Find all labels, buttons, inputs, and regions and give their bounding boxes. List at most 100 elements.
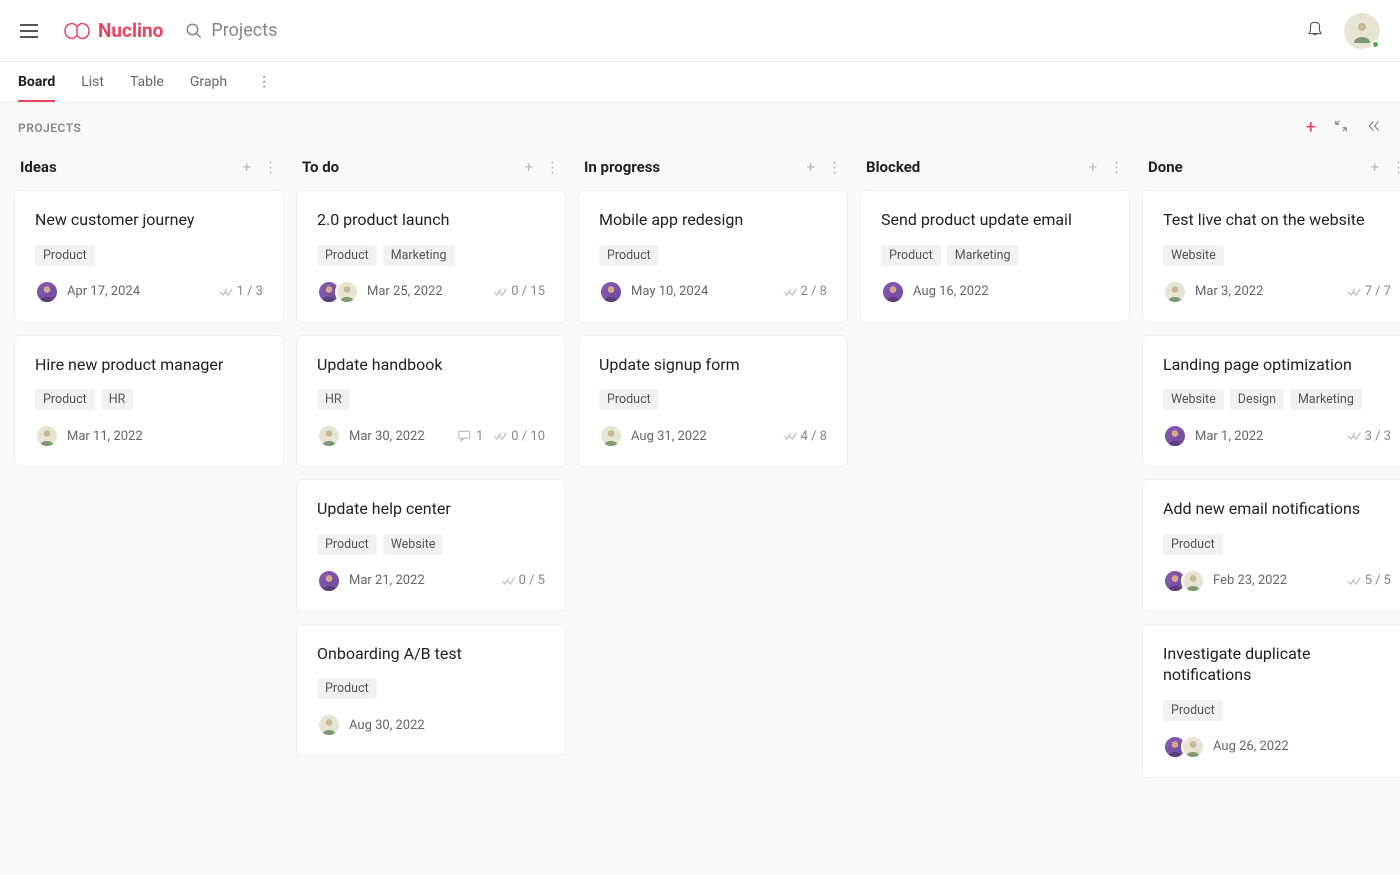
card-date: May 10, 2024 (631, 284, 708, 299)
avatar-icon (1350, 19, 1374, 43)
card[interactable]: Test live chat on the websiteWebsiteMar … (1142, 190, 1400, 323)
assignee-avatar[interactable] (1163, 424, 1187, 448)
card-progress: 0 / 5 (501, 573, 545, 588)
assignee-avatar[interactable] (1181, 735, 1205, 759)
tab-table[interactable]: Table (130, 63, 164, 102)
assignee-avatar[interactable] (317, 569, 341, 593)
logo[interactable]: Nuclino (62, 19, 163, 42)
assignees (1163, 280, 1187, 304)
view-tabs: Board List Table Graph ⋮ (0, 62, 1400, 103)
column-done: Done+⋮Test live chat on the websiteWebsi… (1142, 152, 1400, 790)
tag: Product (599, 245, 659, 266)
column-add-button[interactable]: + (242, 158, 251, 176)
column-more-button[interactable]: ⋮ (545, 158, 560, 176)
column-add-button[interactable]: + (1088, 158, 1097, 176)
tag: HR (317, 389, 350, 410)
assignee-avatar[interactable] (335, 280, 359, 304)
card[interactable]: Update help centerProductWebsiteMar 21, … (296, 479, 566, 612)
checklist-icon (493, 286, 507, 298)
assignees (1163, 735, 1205, 759)
assignee-avatar[interactable] (599, 424, 623, 448)
card-date: Aug 16, 2022 (913, 284, 989, 299)
card[interactable]: Update handbookHRMar 30, 202210 / 10 (296, 335, 566, 468)
assignee-avatar[interactable] (317, 713, 341, 737)
card[interactable]: New customer journey Product Apr 17, 20241… (14, 190, 284, 323)
card-footer: Mar 21, 20220 / 5 (317, 569, 545, 593)
user-avatar[interactable] (1344, 13, 1380, 49)
card-footer: Mar 1, 2022 3 / 3 (1163, 424, 1391, 448)
tab-board[interactable]: Board (18, 63, 55, 102)
column-add-button[interactable]: + (806, 158, 815, 176)
comment-icon (458, 430, 472, 442)
column-more-button[interactable]: ⋮ (1391, 158, 1400, 176)
tab-list[interactable]: List (81, 63, 104, 102)
card-footer: Apr 17, 20241 / 3 (35, 280, 263, 304)
assignee-avatar[interactable] (35, 424, 59, 448)
assignee-avatar[interactable] (1163, 280, 1187, 304)
card-progress: 4 / 8 (783, 429, 827, 444)
card[interactable]: 2.0 product launchProductMarketingMar 25… (296, 190, 566, 323)
tab-graph[interactable]: Graph (190, 63, 227, 102)
assignees (317, 569, 341, 593)
card-title: New customer journey (35, 209, 263, 231)
column-more-button[interactable]: ⋮ (263, 158, 278, 176)
card-tags: Product (1163, 534, 1391, 555)
bell-icon (1306, 19, 1324, 39)
card-progress: 3 / 3 (1347, 429, 1391, 444)
card-title: Mobile app redesign (599, 209, 827, 231)
card-comments: 1 (458, 429, 483, 444)
card[interactable]: Send product update emailProductMarketin… (860, 190, 1130, 323)
card-tags: Product (599, 389, 827, 410)
column-more-button[interactable]: ⋮ (1109, 158, 1124, 176)
checklist-icon (501, 575, 515, 587)
card-title: Update help center (317, 498, 545, 520)
assignee-avatar[interactable] (599, 280, 623, 304)
card-date: Mar 25, 2022 (367, 284, 443, 299)
add-item-button[interactable]: + (1306, 117, 1316, 138)
checklist-icon (1347, 575, 1361, 587)
collapse-button[interactable] (1334, 119, 1348, 137)
card-title: Investigate duplicate notifications (1163, 643, 1391, 686)
card[interactable]: Landing page optimizationWebsiteDesignMa… (1142, 335, 1400, 468)
assignees (35, 424, 59, 448)
card[interactable]: Update signup formProductAug 31, 20224 /… (578, 335, 848, 468)
card-tags: ProductHR (35, 389, 263, 410)
card-date: Mar 1, 2022 (1195, 429, 1263, 444)
card-title: Add new email notifications (1163, 498, 1391, 520)
close-panel-button[interactable] (1366, 119, 1382, 137)
menu-button[interactable] (20, 19, 44, 43)
assignees (317, 713, 341, 737)
search-placeholder: Projects (211, 20, 277, 41)
column-add-button[interactable]: + (1370, 158, 1379, 176)
notifications-button[interactable] (1306, 19, 1324, 43)
tabs-more-button[interactable]: ⋮ (253, 70, 275, 94)
card[interactable]: Investigate duplicate notificationsProdu… (1142, 624, 1400, 778)
assignee-avatar[interactable] (317, 424, 341, 448)
card-progress: 0 / 15 (493, 284, 545, 299)
search-box[interactable]: Projects (185, 20, 277, 41)
card-date: Feb 23, 2022 (1213, 573, 1287, 588)
column-add-button[interactable]: + (524, 158, 533, 176)
card-footer: Mar 3, 20227 / 7 (1163, 280, 1391, 304)
card[interactable]: Hire new product managerProductHRMar 11,… (14, 335, 284, 468)
card[interactable]: Add new email notifications Product Feb 23… (1142, 479, 1400, 612)
card-date: Aug 30, 2022 (349, 718, 425, 733)
card-tags: ProductMarketing (317, 245, 545, 266)
avatar-icon (37, 424, 57, 448)
card-date: Aug 31, 2022 (631, 429, 707, 444)
assignees (1163, 569, 1205, 593)
search-icon (185, 22, 203, 40)
tag: Product (1163, 534, 1223, 555)
assignee-avatar[interactable] (35, 280, 59, 304)
checklist-icon (783, 286, 797, 298)
assignee-avatar[interactable] (1181, 569, 1205, 593)
card[interactable]: Onboarding A/B testProductAug 30, 2022 (296, 624, 566, 757)
card-footer: Feb 23, 2022 5 / 5 (1163, 569, 1391, 593)
card-progress: 5 / 5 (1347, 573, 1391, 588)
tag: Product (317, 245, 377, 266)
column-more-button[interactable]: ⋮ (827, 158, 842, 176)
assignee-avatar[interactable] (881, 280, 905, 304)
avatar-icon (601, 280, 621, 304)
card-tags: Product (35, 245, 263, 266)
card[interactable]: Mobile app redesignProductMay 10, 20242 … (578, 190, 848, 323)
